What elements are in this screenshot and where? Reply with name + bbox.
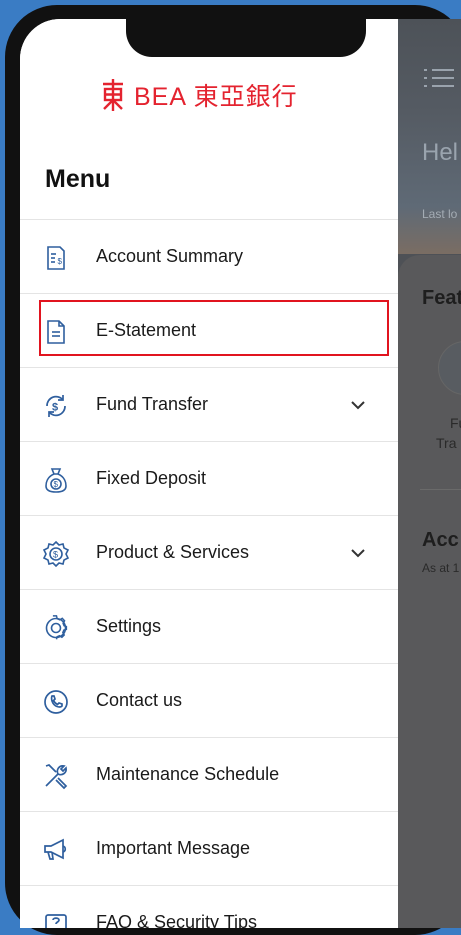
menu-item-e-statement[interactable]: E-Statement (20, 293, 398, 367)
menu-item-label: Maintenance Schedule (96, 764, 280, 784)
menu-item-faq-security-tips[interactable]: FAQ & Security Tips (20, 885, 398, 928)
menu-item-product-services[interactable]: $ Product & Services (20, 515, 398, 589)
bea-emblem-icon (103, 79, 123, 111)
menu-item-contact-us[interactable]: Contact us (20, 663, 398, 737)
tools-icon (42, 762, 70, 790)
svg-text:$: $ (54, 480, 59, 489)
faq-icon (42, 910, 70, 928)
background-features-heading: Feat (422, 287, 461, 309)
product-services-icon: $ (42, 540, 70, 568)
menu-item-fund-transfer[interactable]: $ Fund Transfer (20, 367, 398, 441)
chevron-down-icon[interactable] (348, 395, 368, 415)
menu-item-label: Important Message (96, 838, 251, 858)
background-last-login: Last lo (422, 207, 458, 221)
menu-item-settings[interactable]: Settings (20, 589, 398, 663)
menu-item-label: Fixed Deposit (96, 468, 207, 488)
hamburger-icon[interactable] (424, 67, 454, 91)
background-feature-label-2: Tra (436, 435, 457, 451)
phone-icon (42, 688, 70, 716)
menu-item-label: Fund Transfer (96, 394, 209, 414)
background-app-overlay[interactable]: Hel Last lo Feat Fu Tra Acc As at 1 (398, 19, 461, 928)
menu-item-label: Account Summary (96, 246, 244, 266)
svg-text:$: $ (52, 402, 58, 414)
bea-logo: BEA 東亞銀行 (100, 75, 298, 115)
menu-item-fixed-deposit[interactable]: $ Fixed Deposit (20, 441, 398, 515)
brand-name: BEA 東亞銀行 (134, 77, 298, 113)
menu-item-label: Settings (96, 616, 162, 636)
background-accounts-heading: Acc (422, 529, 459, 551)
menu-item-label: Contact us (96, 690, 183, 710)
svg-text:$: $ (53, 550, 58, 560)
chevron-down-icon[interactable] (348, 543, 368, 563)
fund-transfer-icon: $ (42, 392, 70, 420)
screen: Hel Last lo Feat Fu Tra Acc As at 1 (20, 19, 461, 928)
menu-item-label: E-Statement (96, 320, 197, 340)
menu-title: Menu (45, 165, 111, 193)
svg-text:$: $ (58, 257, 63, 266)
brand-name-chinese: 東亞銀行 (193, 83, 298, 111)
background-feature-label: Fu (450, 415, 461, 431)
menu-item-label: Product & Services (96, 542, 250, 562)
menu-item-account-summary[interactable]: $ Account Summary (20, 219, 398, 293)
gear-icon (42, 614, 70, 642)
background-as-at: As at 1 (422, 561, 460, 575)
menu-item-important-message[interactable]: Important Message (20, 811, 398, 885)
menu-item-maintenance-schedule[interactable]: Maintenance Schedule (20, 737, 398, 811)
money-bag-icon: $ (42, 466, 70, 494)
account-summary-icon: $ (42, 244, 70, 272)
background-divider (420, 489, 461, 490)
background-greeting: Hel (422, 139, 459, 166)
brand-name-latin: BEA (134, 83, 186, 111)
side-menu-drawer: BEA 東亞銀行 Menu $ Account Summary E-Statem… (20, 19, 398, 928)
e-statement-icon (42, 318, 70, 346)
notch (126, 19, 366, 57)
phone-frame: Hel Last lo Feat Fu Tra Acc As at 1 (5, 5, 461, 935)
menu-list: $ Account Summary E-Statement $ Fund Tra… (20, 219, 398, 928)
megaphone-icon (42, 836, 70, 864)
menu-item-label: FAQ & Security Tips (96, 912, 258, 928)
